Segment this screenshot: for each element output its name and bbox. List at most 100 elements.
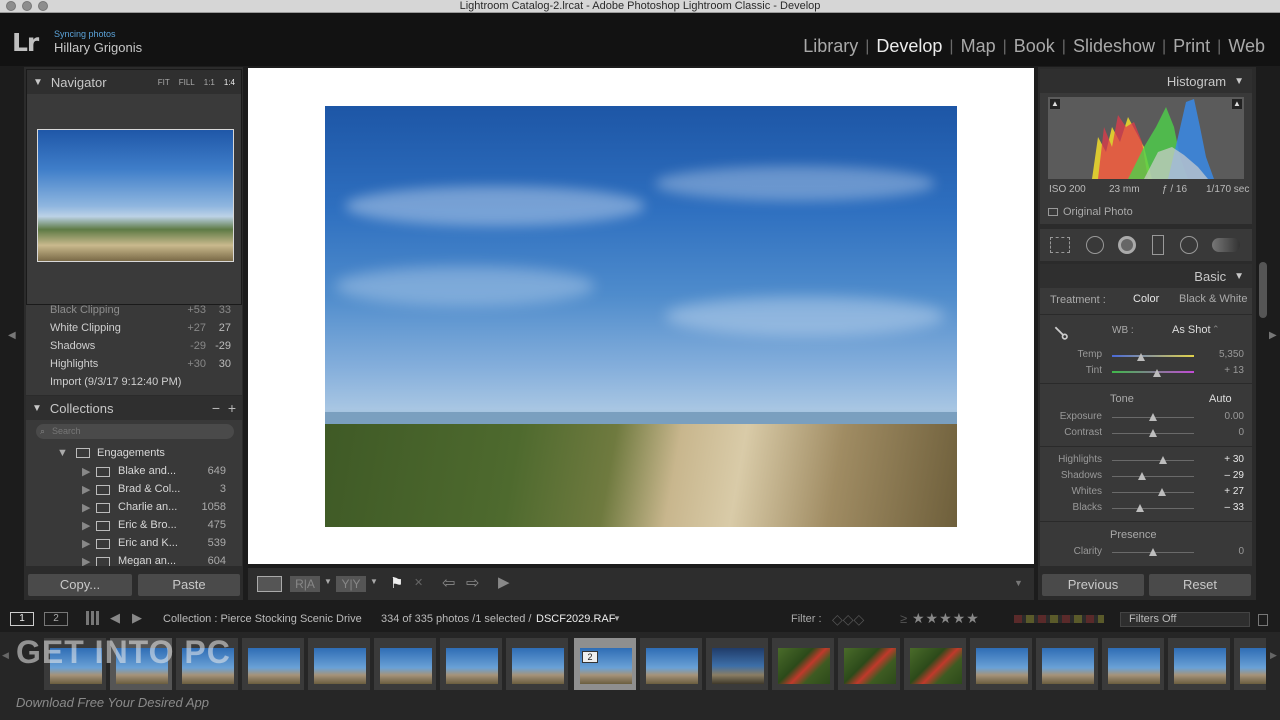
color-label-filter[interactable] [1014,615,1104,623]
radial-filter-icon[interactable] [1180,236,1198,254]
filename-dropdown-icon[interactable]: ▼ [613,614,621,623]
reset-button[interactable]: Reset [1149,574,1251,596]
auto-tone-button[interactable]: Auto [1209,393,1232,405]
treatment-black-white[interactable]: Black & White [1179,293,1247,305]
module-map[interactable]: Map [954,36,1003,57]
copy-settings-button[interactable]: Copy... [28,574,132,596]
clarity-value[interactable]: 0 [1200,546,1244,557]
collection-item[interactable]: Eric & Bro... [118,519,177,531]
collection-item[interactable]: Charlie an... [118,501,177,513]
filter-lock-icon[interactable] [1258,614,1268,626]
temp-knob[interactable] [1136,353,1145,361]
shadow-clipping-icon[interactable]: ▲ [1050,99,1060,109]
grid-view-icon[interactable] [86,611,100,625]
left-panel-toggle-icon[interactable]: ◀ [8,330,16,341]
remove-collection-icon[interactable]: − [212,400,220,416]
module-book[interactable]: Book [1007,36,1062,57]
collection-item[interactable]: Eric and K... [118,537,178,549]
zoom-fill[interactable]: FILL [179,78,195,87]
module-web[interactable]: Web [1221,36,1272,57]
history-item-4[interactable]: Import (9/3/17 9:12:40 PM) [50,376,181,388]
filter-preset-select[interactable]: Filters Off [1120,612,1250,627]
shadows-value[interactable]: – 29 [1200,470,1244,481]
white-balance-selector-icon[interactable]: ⊸ [1046,317,1077,348]
histogram-collapse-icon[interactable]: ▼ [1234,76,1244,87]
red-eye-icon[interactable] [1118,236,1136,254]
filmstrip-thumbnail[interactable] [1102,638,1164,690]
basic-collapse-icon[interactable]: ▼ [1234,271,1244,282]
next-photo-icon[interactable]: ⇨ [466,573,479,593]
filmstrip-thumbnail[interactable] [838,638,900,690]
contrast-knob[interactable] [1149,429,1157,437]
navigator-collapse-icon[interactable]: ▼ [33,77,43,88]
filmstrip-thumbnail[interactable] [1168,638,1230,690]
zoom-1-1[interactable]: 1:1 [204,78,215,87]
reject-flag-icon[interactable]: ✕ [414,576,423,589]
whites-knob[interactable] [1158,488,1167,496]
filmstrip-thumbnail[interactable] [242,638,304,690]
adjustment-brush-icon[interactable] [1212,238,1240,252]
paste-settings-button[interactable]: Paste [138,574,240,596]
blacks-value[interactable]: – 33 [1200,502,1244,513]
tint-knob[interactable] [1153,369,1162,377]
module-print[interactable]: Print [1166,36,1217,57]
whites-value[interactable]: + 27 [1200,486,1244,497]
filmstrip-thumbnail-selected[interactable]: 2 [574,638,636,690]
filmstrip-thumbnail[interactable] [970,638,1032,690]
temp-value[interactable]: 5,350 [1200,349,1244,360]
spot-removal-icon[interactable] [1086,236,1104,254]
shadows-knob[interactable] [1137,472,1146,480]
back-icon[interactable]: ◀ [110,610,120,626]
clarity-knob[interactable] [1149,548,1157,556]
group-expand-icon[interactable]: ▼ [57,447,68,459]
before-after-lr-button[interactable]: R|A [290,576,320,592]
highlight-clipping-icon[interactable]: ▲ [1232,99,1242,109]
secondary-window-button[interactable]: 2 [44,612,68,626]
histogram-graph[interactable] [1048,97,1244,179]
filmstrip-thumbnail[interactable] [440,638,502,690]
contrast-value[interactable]: 0 [1200,427,1244,438]
filmstrip-source[interactable]: Collection : Pierce Stocking Scenic Driv… [163,613,362,625]
flag-icon[interactable]: ⚑ [390,574,403,592]
zoom-1-4[interactable]: 1:4 [224,78,235,87]
history-item-0[interactable]: Black Clipping [50,304,120,316]
exposure-knob[interactable] [1149,413,1157,421]
temp-slider[interactable] [1112,355,1194,357]
filmstrip-thumbnail[interactable] [374,638,436,690]
exposure-value[interactable]: 0.00 [1200,411,1244,422]
rating-filter-stars[interactable]: ★★★★★ [912,610,980,627]
sync-status[interactable]: Syncing photos [54,29,116,39]
before-after-tb-button[interactable]: Y|Y [336,576,366,592]
wb-dropdown-icon[interactable]: ⌃ [1212,324,1220,335]
dropdown-icon[interactable]: ▼ [370,577,378,586]
shadows-slider[interactable] [1112,476,1194,477]
filmstrip-scroll-left-icon[interactable]: ◀ [2,650,9,661]
blacks-knob[interactable] [1135,504,1144,512]
add-collection-icon[interactable]: + [228,400,236,416]
main-photo[interactable] [325,106,957,527]
forward-icon[interactable]: ▶ [132,610,142,626]
dropdown-icon[interactable]: ▼ [324,577,332,586]
toolbar-menu-icon[interactable]: ▼ [1014,578,1023,588]
wb-preset-select[interactable]: As Shot [1172,324,1211,336]
filmstrip-thumbnail[interactable] [1036,638,1098,690]
previous-settings-button[interactable]: Previous [1042,574,1144,596]
filmstrip-thumbnail[interactable] [1234,638,1266,690]
blacks-slider[interactable] [1112,508,1194,509]
right-panel-scrollbar[interactable] [1259,262,1267,318]
crop-tool-icon[interactable] [1050,237,1070,253]
loupe-view-icon[interactable] [257,576,282,592]
original-photo-checkbox[interactable] [1048,208,1058,216]
collection-item[interactable]: Brad & Col... [118,483,180,495]
collections-search-input[interactable]: Search [36,424,234,439]
module-slideshow[interactable]: Slideshow [1066,36,1162,57]
module-library[interactable]: Library [796,36,865,57]
history-item-2[interactable]: Shadows [50,340,95,352]
highlights-knob[interactable] [1158,456,1167,464]
navigator-preview[interactable] [37,129,234,262]
whites-slider[interactable] [1112,492,1194,493]
selected-filename[interactable]: DSCF2029.RAF [536,613,615,625]
collections-collapse-icon[interactable]: ▼ [32,403,42,414]
history-item-1[interactable]: White Clipping [50,322,121,334]
flag-filter-icon[interactable]: ◇◇◇ [832,611,864,628]
